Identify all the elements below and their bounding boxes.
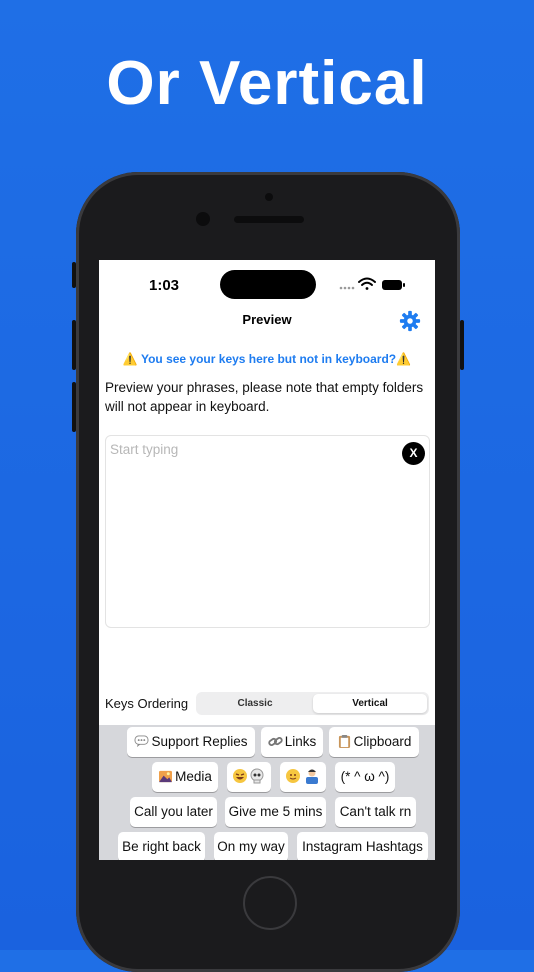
battery-icon	[382, 280, 405, 290]
link-icon	[268, 736, 283, 747]
key-clipboard[interactable]: Clipboard	[329, 727, 419, 757]
front-camera	[196, 212, 210, 226]
power-button	[460, 320, 464, 370]
nav-title: Preview	[242, 312, 292, 327]
key-instagram-hashtags[interactable]: Instagram Hashtags	[297, 832, 428, 860]
smiling-person-emoji-icon	[286, 769, 318, 784]
phone-frame: 1:03 Preview ⚠️ You see your keys here b…	[72, 172, 464, 972]
key-links[interactable]: Links	[261, 727, 323, 757]
text-area-placeholder: Start typing	[110, 442, 179, 457]
dynamic-island	[220, 270, 316, 299]
app-screen: 1:03 Preview ⚠️ You see your keys here b…	[99, 260, 435, 860]
key-give-me-5-mins[interactable]: Give me 5 mins	[225, 797, 326, 827]
home-button[interactable]	[243, 876, 297, 930]
key-support-replies[interactable]: Support Replies	[127, 727, 255, 757]
key-label: Media	[175, 769, 212, 784]
segment-vertical[interactable]: Vertical	[313, 694, 427, 713]
status-time: 1:03	[149, 277, 180, 294]
key-be-right-back[interactable]: Be right back	[118, 832, 205, 860]
warning-banner[interactable]: ⚠️ You see your keys here but not in key…	[99, 352, 435, 366]
key-emoji-smile-person[interactable]	[280, 762, 326, 792]
key-call-you-later[interactable]: Call you later	[130, 797, 217, 827]
segment-classic[interactable]: Classic	[198, 694, 312, 713]
status-icons	[339, 277, 405, 290]
keys-ordering-segmented-control[interactable]: Classic Vertical	[196, 692, 429, 715]
preview-text-area[interactable]: Start typing X	[105, 435, 430, 628]
speech-bubble-icon	[135, 735, 149, 748]
key-on-my-way[interactable]: On my way	[214, 832, 288, 860]
keyboard-preview: Support Replies Links Clipboard Media (*…	[99, 725, 435, 860]
earpiece-speaker	[234, 216, 304, 223]
promo-headline: Or Vertical	[106, 49, 428, 118]
preview-description: Preview your phrases, please note that e…	[105, 380, 424, 414]
key-kaomoji[interactable]: (* ^ ω ^)	[335, 762, 395, 792]
key-label: Support Replies	[151, 734, 248, 749]
cellular-signal-icon	[339, 286, 355, 290]
mute-switch	[72, 262, 76, 288]
key-emoji-laugh-skull[interactable]	[227, 762, 271, 792]
picture-icon	[159, 770, 173, 783]
key-media[interactable]: Media	[152, 762, 218, 792]
volume-down-button	[72, 382, 76, 432]
laughing-skull-emoji-icon	[233, 768, 264, 784]
key-label: Clipboard	[353, 734, 412, 749]
clear-text-button[interactable]: X	[402, 442, 425, 465]
proximity-sensor	[265, 193, 273, 201]
key-label: Links	[284, 734, 317, 749]
wifi-icon	[358, 277, 376, 290]
clipboard-icon	[338, 735, 350, 748]
settings-gear-icon[interactable]	[399, 310, 421, 332]
volume-up-button	[72, 320, 76, 370]
key-cant-talk-rn[interactable]: Can't talk rn	[335, 797, 416, 827]
keys-ordering-label: Keys Ordering	[105, 696, 189, 711]
